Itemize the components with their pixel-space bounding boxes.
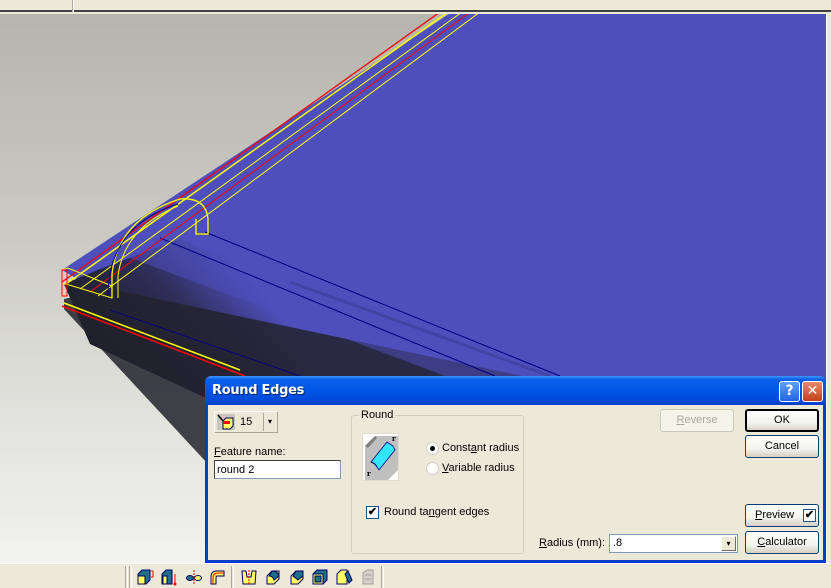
dialog-title: Round Edges [212, 383, 305, 398]
radius-combobox[interactable]: .8 ▾ [609, 534, 738, 553]
round-tangent-edges-label[interactable]: Round tangent edges [384, 506, 489, 518]
help-button[interactable]: ? [779, 381, 800, 402]
picker-dropdown-arrow[interactable]: ▾ [263, 413, 276, 431]
window-right-border [826, 14, 831, 563]
dialog-body: 15 ▾ Feature name: Round r r Constant ra… [208, 405, 823, 560]
edge-select-icon [217, 414, 235, 430]
top-toolbar [0, 0, 831, 12]
extrude-direction-icon[interactable] [160, 568, 178, 586]
ok-button[interactable]: OK [745, 409, 819, 432]
chamfer-edge-icon[interactable] [288, 568, 306, 586]
toolbar-separator [231, 566, 234, 588]
svg-text:r: r [367, 469, 371, 478]
toolbar-separator [381, 566, 384, 588]
radius-dropdown-arrow[interactable]: ▾ [721, 536, 736, 551]
sweep-path-icon[interactable] [208, 568, 226, 586]
round-group: Round r r Constant radius Variable radiu… [351, 409, 524, 554]
close-button[interactable]: ✕ [802, 381, 823, 402]
constant-radius-label[interactable]: Constant radius [442, 442, 519, 454]
dialog-titlebar[interactable]: Round Edges ? ✕ [205, 376, 826, 405]
selected-edge-count: 15 [240, 416, 253, 428]
svg-text:r: r [392, 434, 396, 443]
preview-checkbox[interactable]: ✔ [803, 509, 816, 522]
radius-label: Radius (mm): [539, 537, 606, 549]
cancel-button[interactable]: Cancel [745, 435, 819, 458]
edge-selection-picker[interactable]: 15 ▾ [214, 411, 278, 433]
reverse-button[interactable]: Reverse [660, 409, 734, 432]
round-edge-icon[interactable] [264, 568, 282, 586]
round-tangent-edges-checkbox[interactable]: ✔ [366, 506, 379, 519]
toolbar-grip [129, 566, 132, 588]
feature-name-input[interactable] [214, 460, 341, 479]
disabled-feature-icon [362, 569, 374, 585]
radius-value[interactable]: .8 [613, 537, 622, 549]
cut-feature-icon[interactable] [240, 568, 258, 586]
round-group-legend: Round [359, 409, 396, 421]
round-edge-illustration: r r [362, 433, 399, 481]
feature-toolbar [0, 563, 831, 588]
constant-radius-radio[interactable] [426, 442, 439, 455]
toolbar-grip[interactable] [125, 566, 128, 588]
shell-icon[interactable] [311, 568, 329, 586]
feature-name-label: Feature name: [214, 446, 286, 458]
extrude-feature-icon[interactable] [136, 568, 154, 586]
variable-radius-label[interactable]: Variable radius [442, 462, 515, 474]
draft-icon[interactable] [335, 568, 353, 586]
calculator-button[interactable]: Calculator [745, 531, 819, 554]
round-edges-dialog: Round Edges ? ✕ 15 ▾ Feature name: Round [205, 376, 826, 563]
variable-radius-radio[interactable] [426, 462, 439, 475]
revolve-axis-icon[interactable] [185, 568, 203, 586]
toolbar-separator [72, 0, 74, 12]
